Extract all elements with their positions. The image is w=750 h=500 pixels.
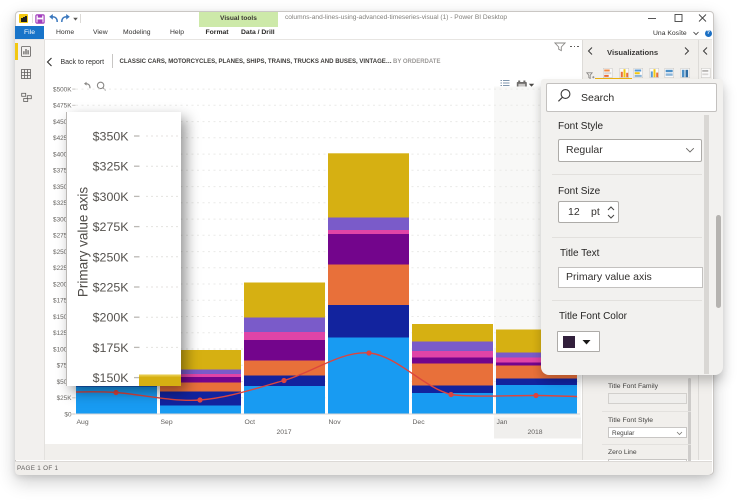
svg-text:$200K: $200K: [93, 311, 130, 325]
svg-text:Aug: Aug: [77, 419, 89, 426]
svg-text:$300K: $300K: [93, 190, 130, 204]
svg-text:2017: 2017: [276, 429, 291, 436]
svg-text:$275K: $275K: [93, 220, 130, 234]
svg-text:$150K: $150K: [93, 371, 130, 385]
svg-text:$350K: $350K: [93, 130, 130, 144]
svg-text:Jan: Jan: [497, 419, 508, 426]
svg-text:Oct: Oct: [245, 419, 256, 426]
svg-text:2018: 2018: [527, 429, 542, 436]
svg-text:$25K: $25K: [57, 395, 73, 402]
svg-text:$250K: $250K: [93, 250, 130, 264]
svg-text:$0: $0: [64, 411, 72, 418]
svg-text:$175K: $175K: [93, 341, 130, 355]
svg-text:Nov: Nov: [329, 419, 342, 426]
svg-text:$500K: $500K: [53, 86, 72, 93]
svg-text:Dec: Dec: [413, 419, 426, 426]
svg-text:$225K: $225K: [93, 281, 130, 295]
svg-text:Sep: Sep: [161, 419, 173, 426]
svg-text:$325K: $325K: [93, 160, 130, 174]
svg-text:$475K: $475K: [53, 102, 72, 109]
